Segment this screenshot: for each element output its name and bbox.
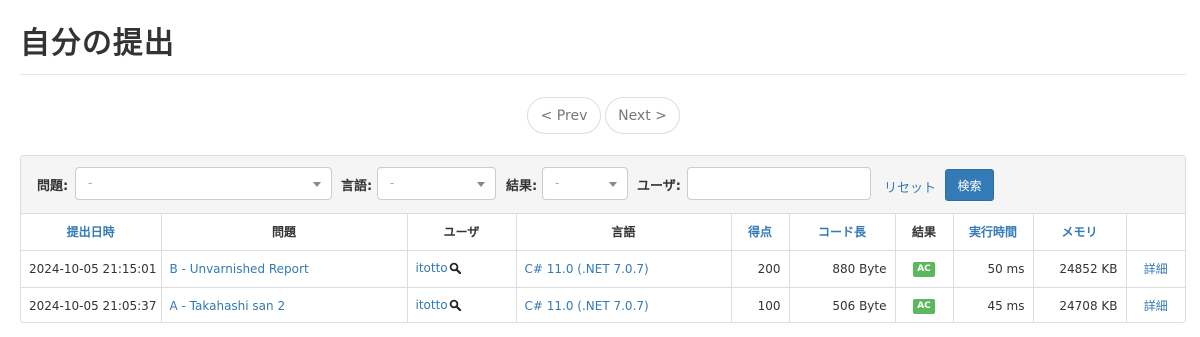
user-filter-label: ユーザ:	[637, 179, 681, 194]
code-length-cell: 880 Byte	[789, 250, 896, 288]
score-cell: 200	[731, 250, 790, 288]
detail-link[interactable]: 詳細	[1144, 262, 1168, 276]
header-user: ユーザ	[407, 214, 517, 251]
problem-link[interactable]: B - Unvarnished Report	[170, 262, 309, 276]
header-language: 言語	[516, 214, 732, 251]
search-button[interactable]: 検索	[945, 169, 994, 201]
filter-bar: 問題: - 言語: - 結果: - ユーザ: リセット 検索	[21, 156, 1185, 214]
user-link[interactable]: itotto	[416, 298, 448, 312]
pager: < Prev Next >	[527, 97, 680, 134]
caret-down-icon	[477, 182, 485, 187]
user-filter-input[interactable]	[687, 167, 871, 200]
exec-time-cell: 45 ms	[953, 287, 1034, 322]
header-exec-time[interactable]: 実行時間	[953, 214, 1034, 251]
problem-filter-label: 問題:	[37, 179, 69, 194]
result-filter-label: 結果:	[506, 179, 538, 194]
status-badge: AC	[913, 262, 935, 277]
header-problem: 問題	[161, 214, 408, 251]
language-filter-value: -	[390, 176, 395, 190]
magnifier-icon[interactable]	[449, 262, 461, 277]
caret-down-icon	[313, 182, 321, 187]
problem-filter-value: -	[88, 176, 93, 190]
memory-cell: 24708 KB	[1033, 287, 1127, 322]
language-filter-label: 言語:	[341, 179, 373, 194]
prev-page-button[interactable]: < Prev	[527, 97, 601, 134]
user-link[interactable]: itotto	[416, 261, 448, 275]
score-cell: 100	[731, 287, 790, 322]
result-filter-select[interactable]: -	[542, 167, 628, 200]
header-code-length[interactable]: コード長	[789, 214, 896, 251]
header-memory[interactable]: メモリ	[1033, 214, 1127, 251]
header-score[interactable]: 得点	[731, 214, 790, 251]
problem-link[interactable]: A - Takahashi san 2	[170, 299, 286, 313]
table-row: 2024-10-05 21:05:37 A - Takahashi san 2 …	[21, 287, 1185, 322]
problem-filter-select[interactable]: -	[75, 167, 332, 200]
submitted-at-cell: 2024-10-05 21:05:37	[21, 287, 162, 322]
header-detail	[1126, 214, 1185, 251]
magnifier-icon[interactable]	[449, 299, 461, 314]
caret-down-icon	[609, 182, 617, 187]
language-link[interactable]: C# 11.0 (.NET 7.0.7)	[525, 262, 649, 276]
title-divider	[20, 74, 1186, 75]
status-badge: AC	[913, 299, 935, 315]
next-page-button[interactable]: Next >	[605, 97, 680, 134]
result-filter-value: -	[555, 176, 560, 190]
language-link[interactable]: C# 11.0 (.NET 7.0.7)	[525, 299, 649, 313]
reset-link[interactable]: リセット	[884, 177, 936, 196]
language-filter-select[interactable]: -	[377, 167, 496, 200]
submissions-table: 提出日時 問題 ユーザ 言語 得点 コード長 結果 実行時間 メモリ 2024-…	[21, 214, 1185, 322]
memory-cell: 24852 KB	[1033, 250, 1127, 288]
submitted-at-cell: 2024-10-05 21:15:01	[21, 250, 162, 288]
header-result: 結果	[895, 214, 954, 251]
table-header-row: 提出日時 問題 ユーザ 言語 得点 コード長 結果 実行時間 メモリ	[21, 214, 1185, 251]
header-submitted-at[interactable]: 提出日時	[21, 214, 162, 251]
submissions-panel: 問題: - 言語: - 結果: - ユーザ: リセット 検索 提出日時 問題 ユ…	[20, 155, 1186, 323]
code-length-cell: 506 Byte	[789, 287, 896, 322]
detail-link[interactable]: 詳細	[1144, 299, 1168, 313]
exec-time-cell: 50 ms	[953, 250, 1034, 288]
table-row: 2024-10-05 21:15:01 B - Unvarnished Repo…	[21, 250, 1185, 288]
page-title: 自分の提出	[20, 26, 175, 61]
